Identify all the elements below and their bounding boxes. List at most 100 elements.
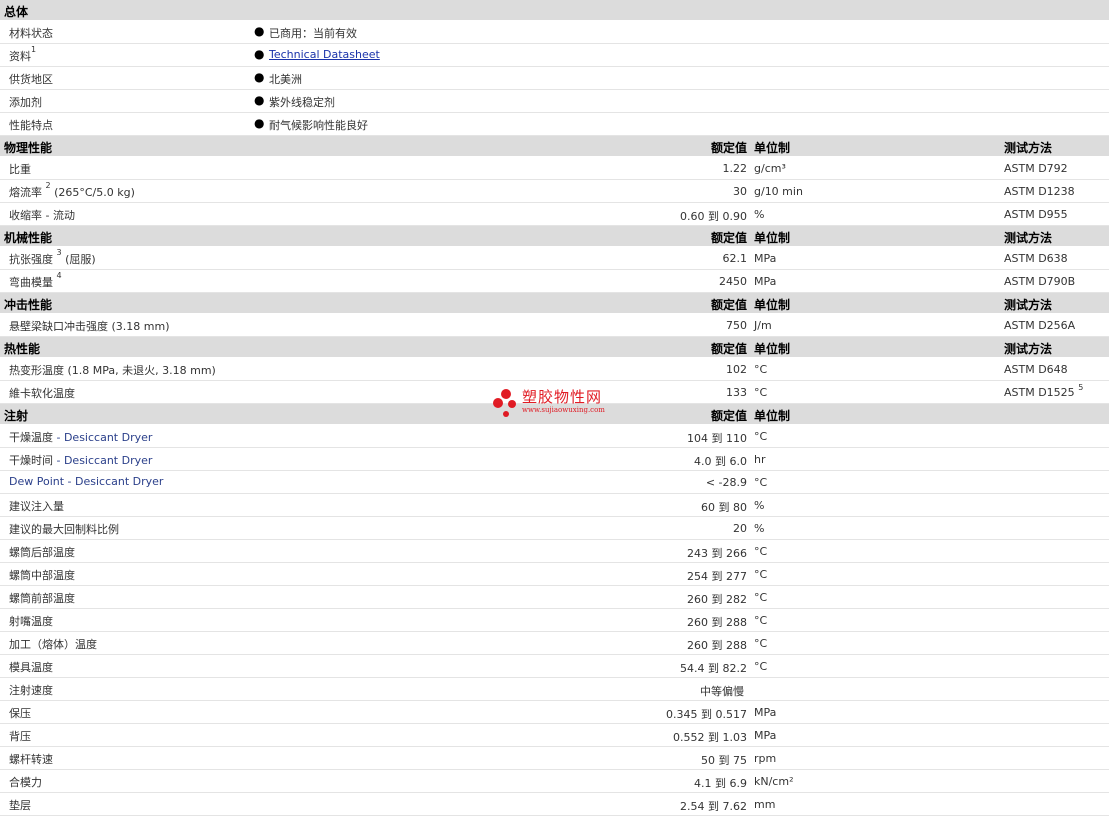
nominal-value: 104 到 110 (687, 432, 747, 445)
unit-value: hr (754, 453, 766, 466)
unit-value: g/cm³ (754, 162, 786, 175)
column-header-nominal: 额定值 (710, 409, 747, 423)
property-label: 抗张强度 (9, 253, 53, 266)
property-row: 合模力 4.1 到 6.9 kN/cm² (0, 770, 1109, 793)
nominal-value: 260 到 282 (687, 593, 747, 606)
column-header-unit: 单位制 (754, 141, 791, 155)
property-label: 干燥时间 (9, 454, 53, 467)
unit-value: °C (754, 476, 768, 489)
unit-value: °C (754, 660, 768, 673)
unit-value: °C (754, 545, 768, 558)
property-label: 建议的最大回制料比例 (9, 523, 119, 536)
test-method: ASTM D790B (1004, 275, 1076, 288)
column-header-test: 测试方法 (1004, 298, 1053, 312)
test-method: ASTM D955 (1004, 208, 1068, 221)
unit-value: °C (754, 591, 768, 604)
technical-datasheet-link[interactable]: Technical Datasheet (269, 48, 380, 61)
section-title: 注射 (4, 409, 29, 423)
property-label: 螺筒后部温度 (9, 546, 75, 559)
nominal-value: 4.1 到 6.9 (694, 777, 747, 790)
property-condition: (1.8 MPa, 未退火, 3.18 mm) (67, 364, 216, 377)
property-row: 熔流率 2 (265°C/5.0 kg) 30 g/10 min ASTM D1… (0, 180, 1109, 203)
property-label: 比重 (9, 163, 31, 176)
property-condition: - 流动 (45, 209, 75, 222)
unit-value: J/m (754, 319, 772, 332)
property-row: 悬壁梁缺口冲击强度 (3.18 mm) 750 J/m ASTM D256A (0, 314, 1109, 337)
nominal-value: 260 到 288 (687, 616, 747, 629)
nominal-value: 2.54 到 7.62 (680, 800, 747, 813)
unit-value: °C (754, 430, 768, 443)
section-title: 机械性能 (4, 231, 53, 245)
property-label: 供货地区 (9, 73, 53, 86)
property-row: 保压 0.345 到 0.517 MPa (0, 701, 1109, 724)
column-header-nominal: 额定值 (710, 342, 747, 356)
property-label: 材料状态 (9, 27, 53, 40)
nominal-value: 260 到 288 (687, 639, 747, 652)
bullet-icon: ● (254, 93, 265, 107)
property-label: 添加剂 (9, 96, 42, 109)
unit-value: rpm (754, 752, 777, 765)
test-method: ASTM D792 (1004, 162, 1068, 175)
nominal-value: 102 (726, 363, 747, 376)
nominal-value: 0.345 到 0.517 (666, 708, 747, 721)
property-row: 建议注入量 60 到 80 % (0, 494, 1109, 517)
nominal-value: 30 (733, 185, 747, 198)
property-row: Dew Point - Desiccant Dryer < -28.9 °C (0, 471, 1109, 494)
section-title: 总体 (4, 5, 29, 19)
bullet-icon: ● (254, 116, 265, 130)
nominal-value: 1.22 (722, 162, 748, 175)
column-header-unit: 单位制 (754, 342, 791, 356)
general-row: 添加剂 ● 紫外线稳定剂 (0, 90, 1109, 113)
section-title: 物理性能 (4, 141, 53, 155)
nominal-value: 4.0 到 6.0 (694, 455, 747, 468)
unit-value: MPa (754, 275, 777, 288)
column-header-test: 测试方法 (1004, 231, 1053, 245)
property-label: 保压 (9, 707, 31, 720)
nominal-value: 中等偏慢 (700, 685, 744, 698)
property-row: 螺筒前部温度 260 到 282 °C (0, 586, 1109, 609)
nominal-value: < -28.9 (705, 476, 747, 489)
general-row: 供货地区 ● 北美洲 (0, 67, 1109, 90)
footnote-marker: 1 (31, 45, 37, 54)
nominal-value: 254 到 277 (687, 570, 747, 583)
unit-value: kN/cm² (754, 775, 794, 788)
column-header-test: 测试方法 (1004, 342, 1053, 356)
nominal-value: 2450 (719, 275, 747, 288)
test-method: ASTM D256A (1004, 319, 1076, 332)
nominal-value: 243 到 266 (687, 547, 747, 560)
property-label: 热变形温度 (9, 364, 64, 377)
property-label: 維卡软化温度 (9, 387, 75, 400)
property-value: 北美洲 (269, 73, 302, 86)
general-row: 资料1 ● Technical Datasheet (0, 44, 1109, 67)
section-title: 冲击性能 (4, 298, 53, 312)
unit-value: °C (754, 386, 768, 399)
nominal-value: 20 (733, 522, 747, 535)
section-header-physical: 物理性能 额定值 单位制 测试方法 (0, 136, 1109, 157)
unit-value: °C (754, 363, 768, 376)
site-watermark: 塑胶物性网 www.sujiaowuxing.com (492, 386, 632, 422)
property-label: 合模力 (9, 776, 42, 789)
property-row: 模具温度 54.4 到 82.2 °C (0, 655, 1109, 678)
bullet-icon: ● (254, 47, 265, 61)
property-row: 弯曲模量 4 2450 MPa ASTM D790B (0, 270, 1109, 293)
column-header-nominal: 额定值 (710, 231, 747, 245)
footnote-marker: 2 (45, 181, 51, 190)
property-label: 干燥温度 (9, 431, 53, 444)
general-row: 性能特点 ● 耐气候影响性能良好 (0, 113, 1109, 136)
property-row: 比重 1.22 g/cm³ ASTM D792 (0, 157, 1109, 180)
property-value: 耐气候影响性能良好 (269, 119, 368, 132)
test-method: ASTM D638 (1004, 252, 1068, 265)
unit-value: MPa (754, 252, 777, 265)
property-label: 加工（熔体）温度 (9, 638, 97, 651)
nominal-value: 50 到 75 (701, 754, 747, 767)
property-label: 螺筒中部温度 (9, 569, 75, 582)
column-header-nominal: 额定值 (710, 298, 747, 312)
property-row: 热变形温度 (1.8 MPa, 未退火, 3.18 mm) 102 °C AST… (0, 358, 1109, 381)
property-label: Dew Point - Desiccant Dryer (9, 475, 164, 488)
property-label: 熔流率 (9, 186, 42, 199)
property-label: 垫层 (9, 799, 31, 812)
column-header-unit: 单位制 (754, 409, 791, 423)
unit-value: °C (754, 637, 768, 650)
watermark-logo-icon (493, 389, 516, 417)
property-row: 收缩率 - 流动 0.60 到 0.90 % ASTM D955 (0, 203, 1109, 226)
